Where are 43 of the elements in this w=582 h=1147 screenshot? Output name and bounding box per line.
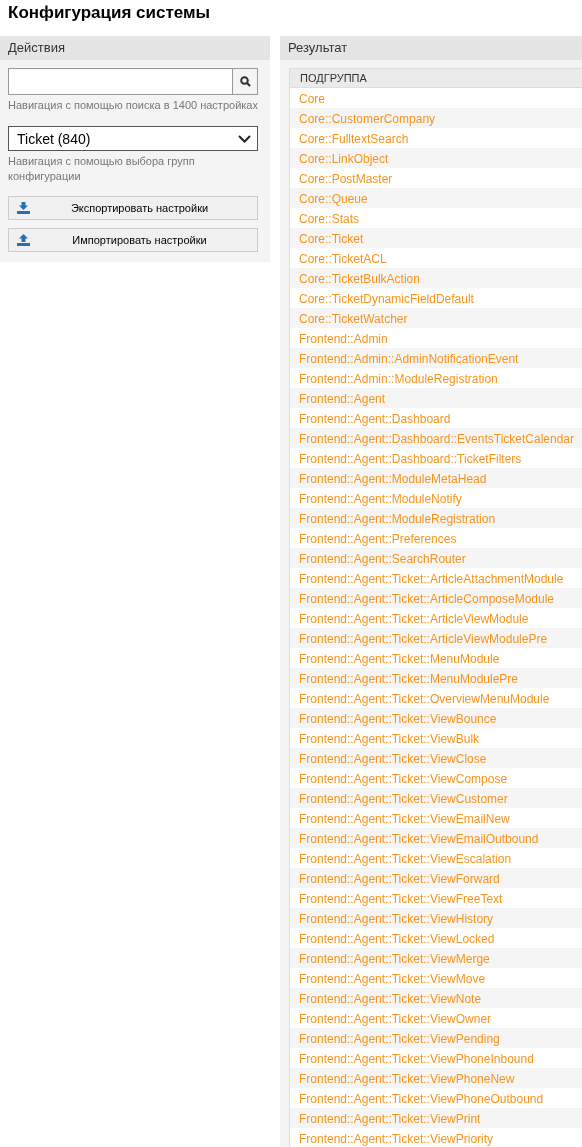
subgroup-link[interactable]: Frontend::Agent::SearchRouter	[299, 552, 466, 566]
subgroup-link[interactable]: Frontend::Agent	[299, 392, 386, 406]
panel-header: Результат	[280, 36, 582, 60]
subgroup-link[interactable]: Frontend::Agent::ModuleMetaHead	[299, 472, 487, 486]
import-button[interactable]: Импортировать настройки	[8, 228, 258, 252]
subgroup-link[interactable]: Frontend::Agent::Ticket::ViewEmailOutbound	[299, 832, 539, 846]
subgroup-link[interactable]: Frontend::Agent::Ticket::ArticleComposeModule	[299, 592, 554, 606]
chevron-icon	[238, 134, 251, 143]
subgroup-link[interactable]: Frontend::Agent::Ticket::ViewForward	[299, 872, 500, 886]
page-title: Конфигурация системы	[7, 2, 212, 24]
subgroup-link[interactable]: Frontend::Agent::Ticket::MenuModulePre	[299, 672, 518, 686]
subgroup-link[interactable]: Core::Ticket	[299, 232, 364, 246]
panel-header: Действия	[0, 36, 270, 60]
subgroup-link[interactable]: Core::CustomerCompany	[299, 112, 436, 126]
search-icon	[239, 76, 251, 87]
subgroup-link[interactable]: Frontend::Agent::Ticket::ArticleViewModulePre	[299, 632, 548, 646]
subgroup-link[interactable]: Frontend::Agent::ModuleRegistration	[299, 512, 496, 526]
subgroup-link[interactable]: Frontend::Agent::Ticket::ViewHistory	[299, 912, 494, 926]
search-hint: Навигация с помощью поиска в 1400 настройках	[8, 98, 258, 113]
column-header: ПОДГРУППА	[290, 68, 582, 88]
export-button[interactable]: Экспортировать настройки	[8, 196, 258, 220]
subgroup-link[interactable]: Core::TicketBulkAction	[299, 272, 420, 286]
subgroup-link[interactable]: Frontend::Agent::Dashboard::EventsTicketCalendar	[299, 432, 575, 446]
search-field[interactable]	[8, 68, 258, 95]
subgroup-link[interactable]: Frontend::Agent::Ticket::ViewMerge	[299, 952, 490, 966]
subgroup-link[interactable]: Frontend::Agent::Ticket::ViewNote	[299, 992, 482, 1006]
subgroup-link[interactable]: Core	[299, 92, 325, 106]
subgroup-link[interactable]: Frontend::Agent::Ticket::ViewCustomer	[299, 792, 508, 806]
subgroup-link[interactable]: Frontend::Agent::Ticket::ViewClose	[299, 752, 487, 766]
subgroup-link[interactable]: Core::TicketWatcher	[299, 312, 408, 326]
subgroup-link[interactable]: Frontend::Agent::Ticket::ViewPrint	[299, 1112, 481, 1126]
search-button[interactable]	[232, 69, 257, 94]
subgroup-link[interactable]: Frontend::Agent::Ticket::ViewPhoneNew	[299, 1072, 515, 1086]
group-select[interactable]: Ticket (840)	[8, 126, 258, 151]
subgroup-link[interactable]: Core::LinkObject	[299, 152, 389, 166]
select-hint: Навигация с помощью выбора групп конфигурации	[8, 154, 196, 184]
download-icon	[17, 202, 30, 214]
subgroup-link[interactable]: Frontend::Agent::Ticket::ViewBounce	[299, 712, 497, 726]
subgroup-link[interactable]: Core::Stats	[299, 212, 360, 226]
subgroup-link[interactable]: Frontend::Agent::Ticket::ViewPending	[299, 1032, 500, 1046]
upload-icon	[17, 234, 30, 246]
subgroup-link[interactable]: Frontend::Admin::AdminNotificationEvent	[299, 352, 519, 366]
subgroup-link[interactable]: Core::Queue	[299, 192, 368, 206]
